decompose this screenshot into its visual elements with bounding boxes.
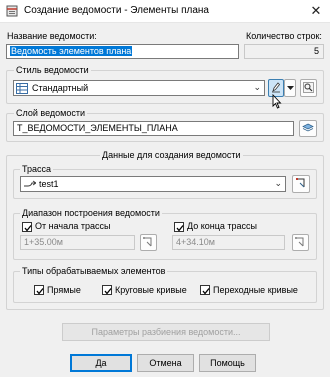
to-end-label: До конца трассы — [187, 221, 257, 231]
layer-input[interactable]: Т_ВЕДОМОСТИ_ЭЛЕМЕНТЫ_ПЛАНА — [13, 121, 294, 136]
cancel-button[interactable]: Отмена — [137, 354, 194, 372]
pick-station-icon — [142, 236, 155, 250]
report-name-label: Название ведомости: — [7, 31, 97, 41]
range-group-title: Диапазон построения ведомости — [20, 208, 162, 218]
window-title: Создание ведомости - Элементы плана — [24, 5, 209, 16]
spiral-curves-checkbox[interactable] — [200, 285, 210, 295]
layer-value: Т_ВЕДОМОСТИ_ЭЛЕМЕНТЫ_ПЛАНА — [17, 123, 178, 133]
from-start-checkbox[interactable] — [22, 222, 32, 232]
circular-curves-checkbox[interactable] — [102, 285, 112, 295]
data-group-title: Данные для создания ведомости — [100, 150, 243, 160]
alignment-combo-value: test1 — [39, 179, 59, 189]
style-combo[interactable]: Стандартный ⌄ — [13, 80, 265, 96]
ok-button[interactable]: Да — [70, 354, 132, 372]
from-station-value: 1+35.00м — [24, 237, 63, 247]
pick-station-icon — [294, 236, 307, 250]
pick-alignment-icon — [295, 177, 307, 191]
chevron-down-icon: ⌄ — [274, 178, 282, 188]
help-button[interactable]: Помощь — [199, 354, 256, 372]
style-group-title: Стиль ведомости — [14, 65, 91, 75]
layers-icon — [302, 123, 314, 135]
alignment-combo[interactable]: test1 ⌄ — [20, 176, 286, 192]
split-parameters-button[interactable]: Параметры разбиения ведомости... — [62, 323, 270, 341]
magnifier-icon — [303, 81, 314, 95]
chevron-down-icon: ⌄ — [253, 82, 261, 92]
to-end-checkbox[interactable] — [174, 222, 184, 232]
row-count-label: Количество строк: — [246, 31, 322, 41]
pick-end-button[interactable] — [292, 234, 309, 251]
circular-curves-label: Круговые кривые — [115, 285, 187, 295]
types-group-title: Типы обрабатываемых элементов — [20, 266, 168, 276]
straights-checkbox[interactable] — [34, 285, 44, 295]
spiral-curves-label: Переходные кривые — [213, 285, 298, 295]
style-combo-value: Стандартный — [32, 83, 89, 93]
from-start-label: От начала трассы — [35, 221, 111, 231]
style-menu-button[interactable] — [284, 79, 296, 97]
row-count-field: 5 — [244, 44, 324, 59]
to-station-value: 4+34.10м — [176, 237, 215, 247]
from-station-field: 1+35.00м — [20, 235, 135, 250]
to-station-field: 4+34.10м — [172, 235, 285, 250]
table-style-icon — [16, 83, 28, 94]
mouse-cursor-icon — [272, 93, 282, 111]
alignment-group-title: Трасса — [20, 164, 54, 174]
layer-group-title: Слой ведомости — [14, 108, 87, 118]
pencil-icon — [271, 81, 281, 95]
report-name-input[interactable]: Ведомость элементов плана — [6, 44, 239, 59]
layer-select-button[interactable] — [299, 120, 317, 137]
app-icon — [6, 5, 18, 17]
preview-style-button[interactable] — [300, 79, 317, 97]
pick-start-button[interactable] — [140, 234, 157, 251]
report-name-value: Ведомость элементов плана — [10, 46, 133, 56]
title-bar: Создание ведомости - Элементы плана ✕ — [0, 0, 330, 23]
alignment-icon — [24, 180, 37, 191]
straights-label: Прямые — [47, 285, 81, 295]
pick-alignment-button[interactable] — [292, 175, 310, 193]
triangle-down-icon — [286, 83, 294, 93]
row-count-value: 5 — [313, 46, 319, 56]
close-button[interactable]: ✕ — [307, 2, 325, 20]
